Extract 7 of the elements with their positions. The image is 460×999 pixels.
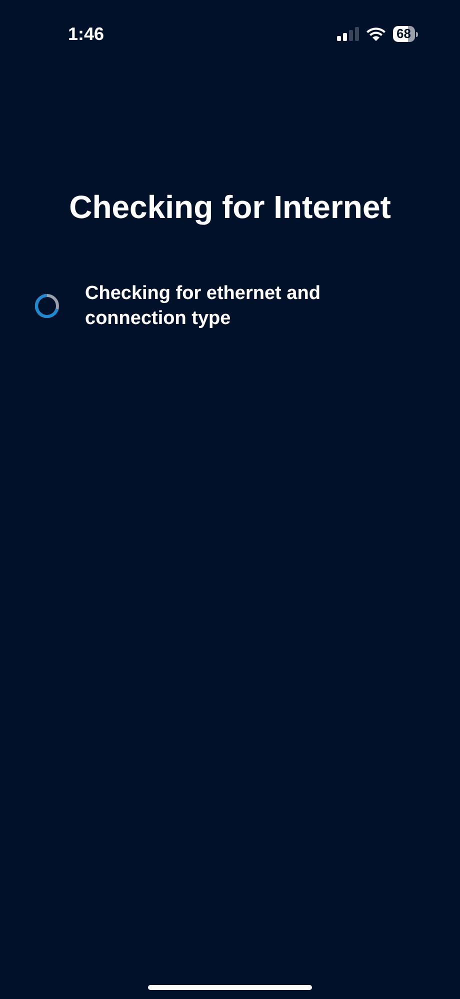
- signal-icon: [336, 27, 359, 41]
- wifi-icon: [366, 27, 386, 41]
- loading-spinner-icon: [34, 293, 60, 319]
- page-title: Checking for Internet: [68, 188, 392, 227]
- status-time: 1:46: [68, 22, 104, 46]
- step-label: Checking for ethernet and connection type: [85, 282, 322, 331]
- battery-indicator: 68: [392, 26, 418, 42]
